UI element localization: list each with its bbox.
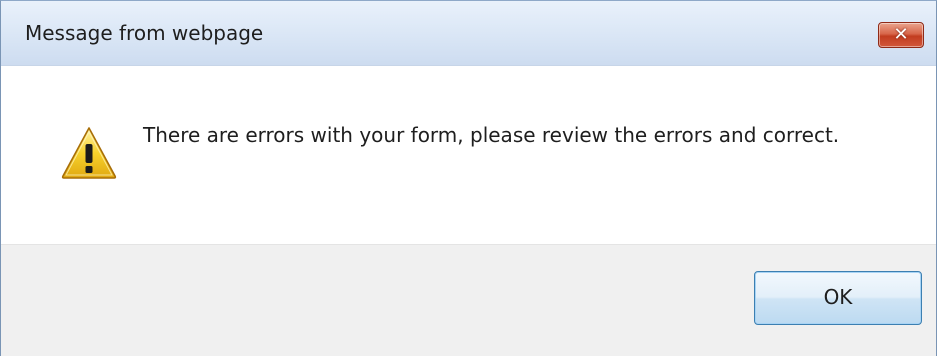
- dialog-content: There are errors with your form, please …: [1, 66, 936, 244]
- close-button[interactable]: ✕: [878, 22, 924, 48]
- dialog-title: Message from webpage: [25, 21, 264, 45]
- message-dialog: Message from webpage ✕ There are errors …: [0, 0, 937, 356]
- close-icon: ✕: [893, 24, 909, 45]
- ok-button[interactable]: OK: [754, 271, 922, 325]
- warning-icon: [61, 127, 117, 179]
- dialog-footer: OK: [1, 244, 936, 356]
- dialog-message: There are errors with your form, please …: [143, 123, 840, 147]
- dialog-titlebar[interactable]: Message from webpage ✕: [1, 1, 936, 66]
